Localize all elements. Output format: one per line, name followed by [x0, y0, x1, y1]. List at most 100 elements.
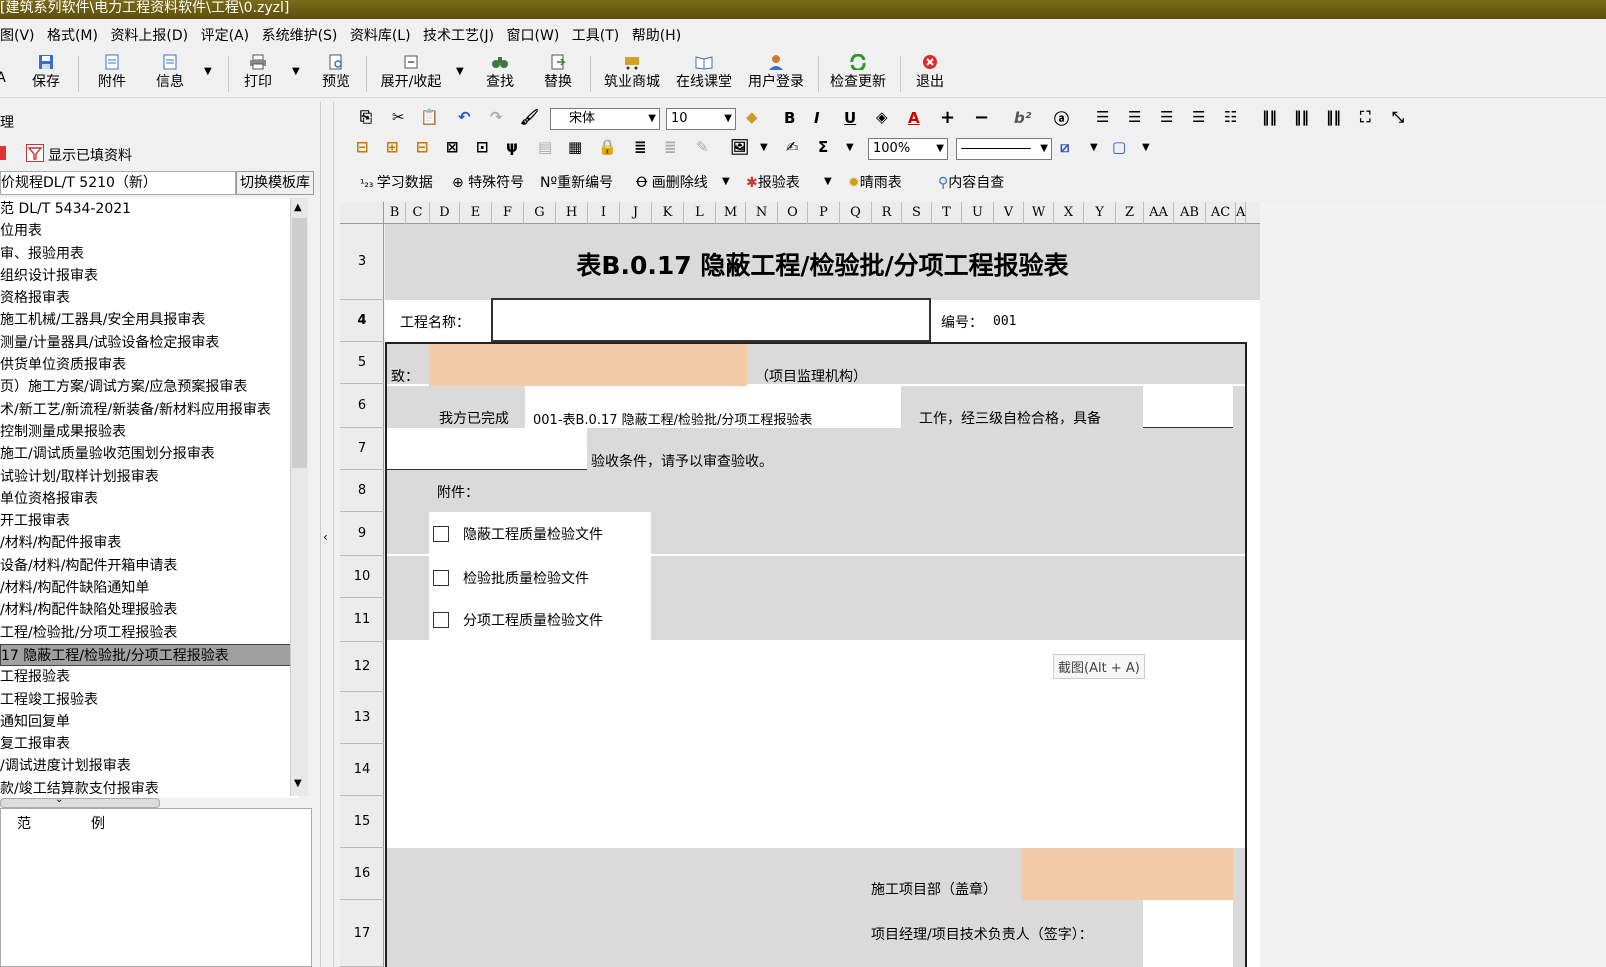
- tree-item[interactable]: 17 隐蔽工程/检验批/分项工程报验表: [0, 643, 298, 667]
- tree-item[interactable]: 资格报审表: [0, 287, 298, 309]
- border-icon[interactable]: ⧄: [1060, 138, 1070, 156]
- strike-dropdown-icon[interactable]: ▼: [722, 176, 730, 187]
- column-header-cell[interactable]: S: [902, 202, 932, 224]
- delete-row-icon[interactable]: ⊟: [416, 138, 429, 156]
- expand-dropdown-icon[interactable]: ▼: [456, 66, 464, 77]
- insert-col-icon[interactable]: ⊞: [386, 138, 399, 156]
- row-header-cell[interactable]: 13: [340, 692, 384, 744]
- horizontal-scroll[interactable]: ⌄: [0, 794, 160, 808]
- border-dropdown-icon[interactable]: ▼: [1090, 142, 1098, 153]
- tree-item[interactable]: 单位资格报审表: [0, 488, 298, 510]
- fill-color-icon[interactable]: ◈: [876, 108, 888, 126]
- report-dropdown-icon[interactable]: ▼: [824, 176, 832, 187]
- align-justify-icon[interactable]: ☰: [1160, 108, 1173, 126]
- tree-item[interactable]: /材料/构配件缺陷处理报验表: [0, 599, 298, 621]
- expand-collapse-button[interactable]: 展开/收起: [376, 50, 446, 96]
- tree-item[interactable]: 工程竣工报验表: [0, 689, 298, 711]
- split-icon[interactable]: ⊡: [476, 138, 489, 156]
- eraser-icon[interactable]: ✎: [696, 138, 709, 156]
- menu-view[interactable]: 图(V): [0, 22, 38, 45]
- spec-field[interactable]: 价规程DL/T 5210（新）: [0, 171, 236, 195]
- dept-stamp-input[interactable]: [1021, 848, 1233, 900]
- menu-library[interactable]: 资料库(L): [350, 22, 414, 45]
- menu-evaluate[interactable]: 评定(A): [201, 22, 253, 45]
- strikethrough-button[interactable]: Ꝋ 画删除线: [636, 172, 708, 192]
- edit-icon[interactable]: ✍: [786, 138, 799, 156]
- tree-item[interactable]: 页）施工方案/调试方案/应急预案报审表: [0, 376, 298, 398]
- menu-tools[interactable]: 工具(T): [572, 22, 622, 45]
- column-header-cell[interactable]: K: [652, 202, 684, 224]
- self-check-button[interactable]: ⚲内容自查: [938, 172, 1004, 192]
- row-header-cell[interactable]: 15: [340, 796, 384, 848]
- column-header-cell[interactable]: V: [994, 202, 1024, 224]
- info-button[interactable]: 信息: [150, 50, 190, 96]
- learn-data-button[interactable]: ¹₂₃ 学习数据: [360, 172, 433, 192]
- tree-item[interactable]: 施工机械/工器具/安全用具报审表: [0, 309, 298, 331]
- menu-window[interactable]: 窗口(W): [507, 22, 563, 45]
- special-symbol-button[interactable]: ⊕ 特殊符号: [452, 172, 524, 192]
- tree-item[interactable]: 施工/调试质量验收范围划分报审表: [0, 443, 298, 465]
- list-number-icon[interactable]: ≣: [634, 138, 647, 156]
- tree-item[interactable]: 工程报验表: [0, 666, 298, 688]
- filter-icon[interactable]: [26, 144, 44, 162]
- bold-icon[interactable]: B: [784, 109, 795, 127]
- show-filled-toggle[interactable]: 显示已填资料: [48, 145, 132, 165]
- column-header-cell[interactable]: R: [872, 202, 902, 224]
- row-header-cell[interactable]: 8: [340, 470, 384, 512]
- row-header-cell[interactable]: 17: [340, 900, 384, 967]
- cut-icon[interactable]: ✂: [392, 108, 405, 126]
- copy-icon[interactable]: ⎘: [360, 108, 372, 126]
- accept-input[interactable]: [387, 428, 587, 470]
- lock-icon[interactable]: 🔒: [598, 138, 617, 156]
- paste-icon[interactable]: 📋: [420, 108, 439, 126]
- row-header-cell[interactable]: 7: [340, 428, 384, 470]
- report-table-button[interactable]: ✱报验表: [746, 172, 800, 192]
- partial-button[interactable]: A: [0, 50, 8, 96]
- column-header-cell[interactable]: AC: [1206, 202, 1236, 224]
- tree-item[interactable]: 工程/检验批/分项工程报验表: [0, 622, 298, 644]
- tree-item[interactable]: 组织设计报审表: [0, 265, 298, 287]
- print-button[interactable]: 打印: [238, 50, 278, 96]
- template-tree[interactable]: 范 DL/T 5434-2021 位用表 审、报验用表 组织设计报审表 资格报审表 施工机…: [0, 198, 298, 798]
- switch-template-button[interactable]: 切换模板库: [236, 171, 314, 195]
- fullscreen-icon[interactable]: ⛶: [1360, 108, 1371, 126]
- column-header-cell[interactable]: Y: [1084, 202, 1116, 224]
- column-header-cell[interactable]: M: [716, 202, 746, 224]
- tree-item[interactable]: 试验计划/取样计划报审表: [0, 466, 298, 488]
- tree-item[interactable]: 通知回复单: [0, 711, 298, 733]
- tree-scrollbar[interactable]: ▲ ▼: [290, 198, 308, 796]
- shrink-icon[interactable]: ⤡: [1392, 108, 1404, 126]
- attachment-checkbox[interactable]: [433, 612, 449, 628]
- align-center-icon[interactable]: ☰: [1128, 108, 1141, 126]
- done-item[interactable]: 001-表B.0.17 隐蔽工程/检验批/分项工程报验表: [533, 409, 812, 428]
- column-header-cell[interactable]: P: [808, 202, 840, 224]
- align-left-icon[interactable]: ☰: [1096, 108, 1109, 126]
- image-icon[interactable]: 🖼: [730, 138, 749, 156]
- exit-button[interactable]: 退出: [912, 50, 948, 96]
- example-list[interactable]: 范 例: [0, 808, 312, 967]
- column-header-cell[interactable]: H: [556, 202, 588, 224]
- row-header-cell[interactable]: 14: [340, 744, 384, 796]
- barcode-3-icon[interactable]: ‖‖: [1326, 108, 1341, 126]
- merge-icon[interactable]: ⊠: [446, 138, 459, 156]
- print-area-icon[interactable]: ▦: [568, 138, 582, 156]
- tree-item[interactable]: 设备/材料/构配件开箱申请表: [0, 555, 298, 577]
- tree-icon[interactable]: ψ: [506, 138, 518, 156]
- minus-icon[interactable]: −: [974, 107, 989, 128]
- font-select[interactable]: 宋体 ▼: [550, 108, 660, 130]
- menu-system[interactable]: 系统维护(S): [262, 22, 341, 45]
- info-dropdown-icon[interactable]: ▼: [204, 66, 212, 77]
- row-header-cell[interactable]: 6: [340, 384, 384, 428]
- tree-item[interactable]: 范 DL/T 5434-2021: [0, 198, 298, 220]
- tree-item[interactable]: /调试进度计划报审表: [0, 755, 298, 777]
- distribute-icon[interactable]: ☷: [1224, 108, 1237, 126]
- sum-icon[interactable]: Σ: [818, 138, 828, 156]
- attachment-checkbox[interactable]: [433, 570, 449, 586]
- grid-icon[interactable]: ▤: [538, 138, 552, 156]
- add-icon[interactable]: +: [940, 107, 955, 128]
- tree-item[interactable]: 复工报审表: [0, 733, 298, 755]
- column-header-cell[interactable]: W: [1024, 202, 1054, 224]
- column-header-cell[interactable]: Q: [840, 202, 872, 224]
- column-header-cell[interactable]: C: [406, 202, 430, 224]
- scroll-thumb[interactable]: [292, 218, 307, 468]
